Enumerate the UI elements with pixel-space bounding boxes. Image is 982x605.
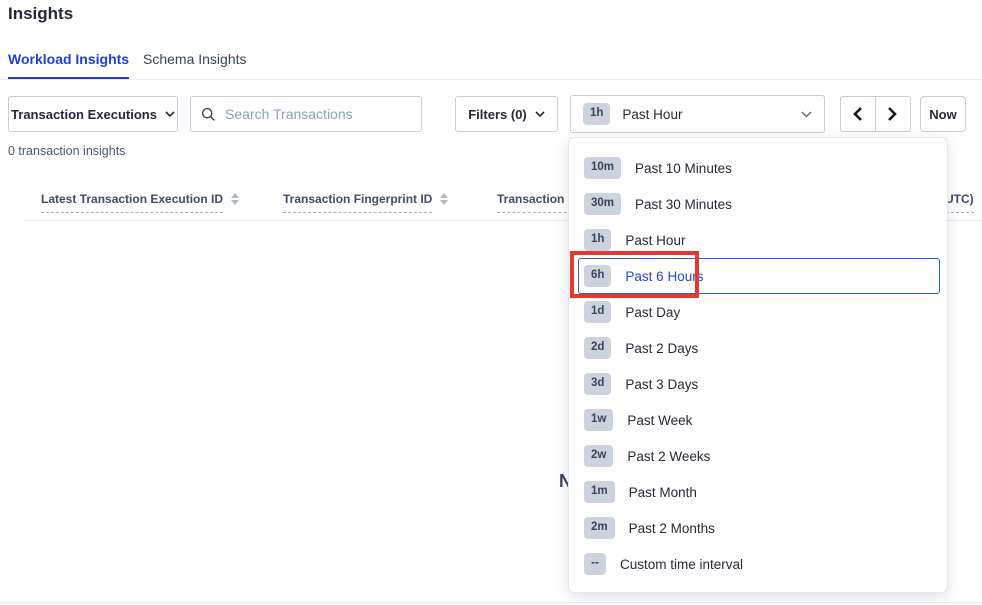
time-option-label: Past Week (627, 413, 692, 428)
time-option-label: Past 2 Days (625, 341, 698, 356)
time-option-badge: 30m (584, 193, 621, 215)
time-option-label: Past Month (629, 485, 697, 500)
chevron-down-icon (535, 111, 545, 117)
time-interval-badge: 1h (583, 103, 610, 125)
column-label[interactable]: Latest Transaction Execution ID (41, 192, 223, 213)
search-box (190, 96, 422, 132)
time-option-badge: 1w (584, 409, 613, 431)
tab-workload-insights[interactable]: Workload Insights (8, 44, 129, 79)
filters-button[interactable]: Filters (0) (455, 96, 558, 132)
time-option-past-6-hours[interactable]: 6h Past 6 Hours (578, 258, 940, 294)
time-option-badge: -- (584, 553, 606, 575)
time-option-past-2-days[interactable]: 2d Past 2 Days (578, 330, 940, 366)
column-label[interactable]: Transaction Fingerprint ID (283, 192, 432, 213)
page-title: Insights (8, 4, 73, 24)
time-option-past-30-minutes[interactable]: 30m Past 30 Minutes (578, 186, 940, 222)
time-range-arrows (840, 96, 911, 132)
column-header-latest-transaction-execution-id: Latest Transaction Execution ID (41, 192, 239, 213)
time-option-badge: 2d (584, 337, 611, 359)
next-interval-button[interactable] (876, 97, 911, 131)
time-option-badge: 10m (584, 157, 621, 179)
insights-count: 0 transaction insights (8, 144, 125, 158)
time-option-badge: 6h (584, 265, 611, 287)
time-option-label: Custom time interval (620, 557, 743, 572)
now-button[interactable]: Now (920, 96, 966, 132)
transaction-type-label: Transaction Executions (11, 107, 157, 122)
time-option-label: Past 2 Weeks (627, 449, 710, 464)
time-option-past-week[interactable]: 1w Past Week (578, 402, 940, 438)
bottom-divider (0, 602, 982, 603)
filters-label: Filters (0) (468, 107, 527, 122)
time-option-label: Past 3 Days (625, 377, 698, 392)
time-option-badge: 1m (584, 481, 615, 503)
time-option-past-3-days[interactable]: 3d Past 3 Days (578, 366, 940, 402)
time-option-past-2-weeks[interactable]: 2w Past 2 Weeks (578, 438, 940, 474)
time-interval-label: Past Hour (622, 107, 789, 122)
time-option-badge: 1h (584, 229, 611, 251)
time-interval-select[interactable]: 1h Past Hour (570, 95, 825, 133)
tab-schema-insights[interactable]: Schema Insights (143, 44, 247, 79)
sort-icon[interactable] (231, 193, 239, 205)
time-option-past-hour[interactable]: 1h Past Hour (578, 222, 940, 258)
time-option-label: Past 10 Minutes (635, 161, 732, 176)
tab-bar: Workload Insights Schema Insights (0, 44, 982, 80)
sort-icon[interactable] (440, 193, 448, 205)
time-option-badge: 1d (584, 301, 611, 323)
time-option-past-month[interactable]: 1m Past Month (578, 474, 940, 510)
time-option-badge: 3d (584, 373, 611, 395)
now-label: Now (929, 107, 956, 122)
previous-interval-button[interactable] (841, 97, 876, 131)
time-option-label: Past 2 Months (629, 521, 715, 536)
time-option-label: Past 30 Minutes (635, 197, 732, 212)
transaction-type-dropdown[interactable]: Transaction Executions (8, 96, 178, 132)
time-option-label: Past Hour (625, 233, 685, 248)
time-option-past-2-months[interactable]: 2m Past 2 Months (578, 510, 940, 546)
time-option-custom-time-interval[interactable]: -- Custom time interval (578, 546, 940, 582)
time-option-past-10-minutes[interactable]: 10m Past 10 Minutes (578, 150, 940, 186)
time-option-badge: 2w (584, 445, 613, 467)
time-option-past-day[interactable]: 1d Past Day (578, 294, 940, 330)
time-option-badge: 2m (584, 517, 615, 539)
search-icon (201, 107, 216, 122)
chevron-down-icon (801, 111, 812, 118)
chevron-down-icon (165, 111, 175, 117)
column-header-transaction-fingerprint-id: Transaction Fingerprint ID (283, 192, 448, 213)
search-input[interactable] (225, 106, 411, 122)
time-option-label: Past Day (625, 305, 680, 320)
time-option-label: Past 6 Hours (625, 269, 703, 284)
time-interval-menu: 10m Past 10 Minutes 30m Past 30 Minutes … (568, 137, 948, 593)
